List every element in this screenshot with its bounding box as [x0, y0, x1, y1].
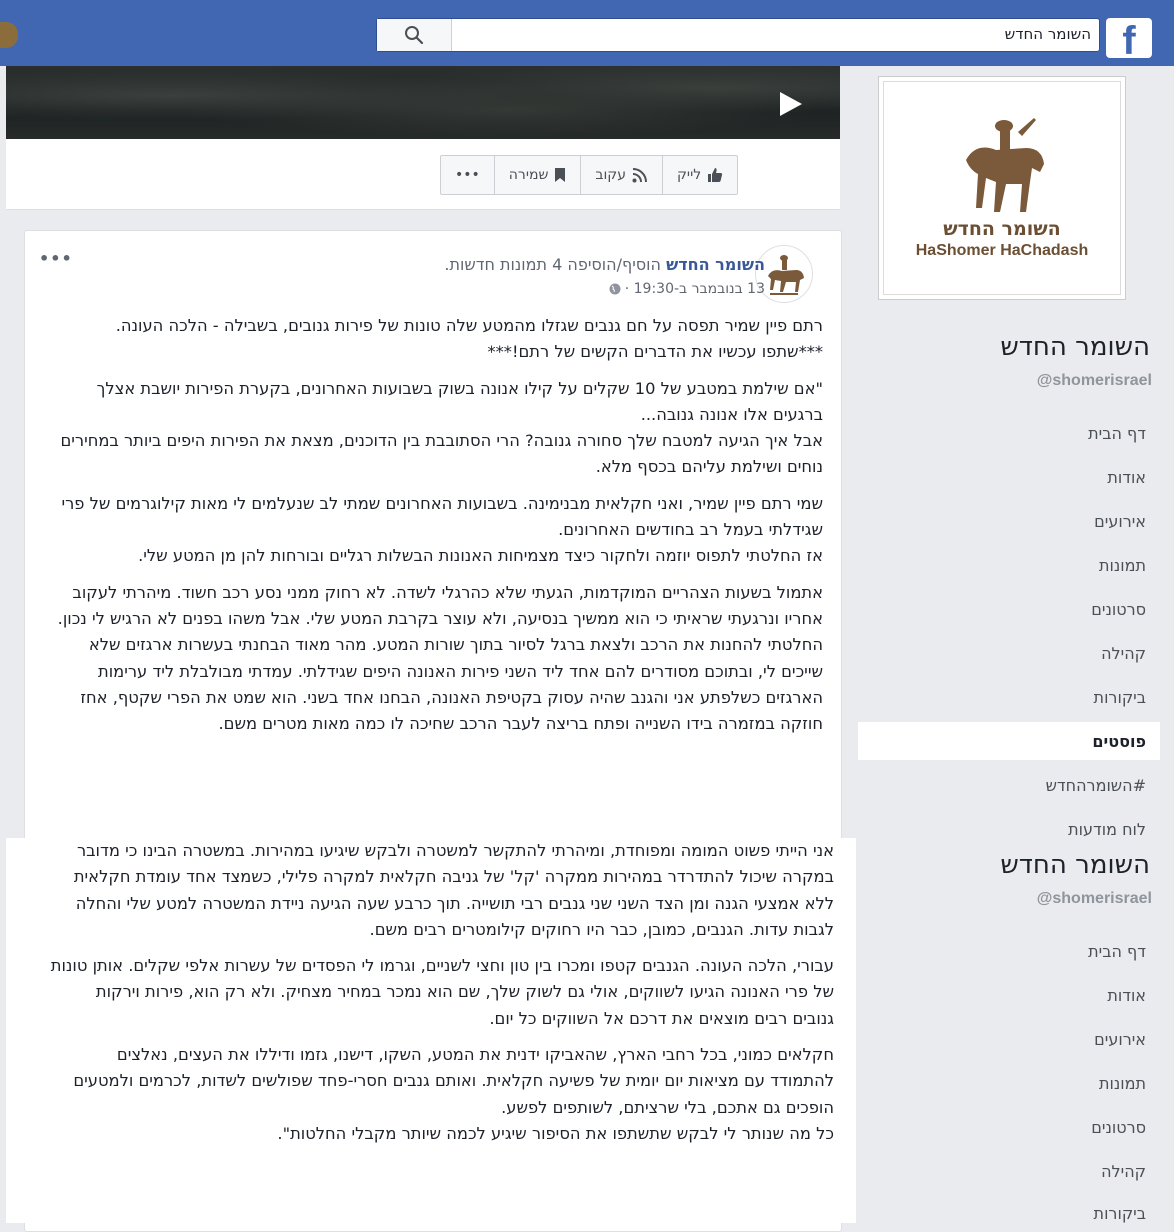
logo-frame: השומר החדש HaShomer HaChadash [883, 81, 1121, 295]
bookmark-icon [555, 168, 566, 182]
post-paragraph: שמי רתם פיין שמיר, ואני חקלאית מבנימינה.… [45, 491, 823, 570]
post-line: אז החלטתי לתפוס יוזמה ולחקור כיצד מצמיחו… [138, 546, 823, 566]
post-paragraph: אני הייתי פשוט המומה ומפוחדת, ומיהרתי לה… [50, 838, 834, 943]
sidebar-item-notice-board[interactable]: לוח מודעות [1068, 820, 1146, 839]
facebook-logo-icon[interactable]: f [1106, 18, 1152, 58]
page-handle[interactable]: @shomerisrael [1037, 890, 1152, 908]
post-line: עבורי, הלכה העונה. הגנבים קטפו ומכרו בין… [50, 956, 834, 1028]
thumbs-up-icon [708, 168, 723, 182]
page-name[interactable]: השומר החדש [1000, 850, 1150, 880]
post-action-text: הוסיף/הוסיפה 4 תמונות חדשות. [444, 255, 661, 274]
page-profile-picture[interactable]: השומר החדש HaShomer HaChadash [878, 76, 1126, 300]
horse-rider-logo-icon [966, 118, 1044, 212]
page-name[interactable]: השומר החדש [1000, 332, 1150, 362]
top-bar: f [0, 0, 1174, 66]
page-sidebar-repeat: השומר החדש @shomerisrael דף הבית אודות א… [856, 838, 1174, 1223]
post-options-button[interactable]: ••• [39, 249, 73, 268]
sidebar-item-about[interactable]: אודות [1107, 986, 1146, 1005]
cover-video[interactable] [6, 66, 840, 139]
sidebar-item-events[interactable]: אירועים [1094, 512, 1146, 531]
search-input[interactable] [871, 25, 1091, 43]
globe-icon [609, 283, 621, 295]
post-paragraph: אתמול בשעות הצהריים המוקדמות, הגעתי שלא … [45, 580, 823, 738]
sidebar-item-photos[interactable]: תמונות [1099, 556, 1146, 575]
sidebar-item-hashtag[interactable]: #השומרהחדש [1046, 776, 1146, 795]
save-button[interactable]: שמירה [493, 156, 581, 194]
sidebar-item-about[interactable]: אודות [1107, 468, 1146, 487]
page-action-bar: לייק עקוב שמירה ••• [6, 139, 840, 210]
post-paragraph: רתם פיין שמיר תפסה על חם גנבים שגזלו מהמ… [45, 313, 823, 366]
play-icon[interactable] [780, 92, 802, 116]
post-line: שמי רתם פיין שמיר, ואני חקלאית מבנימינה.… [61, 493, 823, 540]
follow-label: עקוב [595, 167, 626, 183]
post-meta: 13 בנובמבר ב-19:30 · [609, 281, 765, 297]
post-line: ***שתפו עכשיו את הדברים הקשים של רתם!*** [487, 342, 823, 362]
follow-button[interactable]: עקוב [580, 156, 662, 194]
post-line: חקלאים כמוני, בכל רחבי הארץ, שהאביקו ידנ… [73, 1045, 834, 1117]
post-paragraph: חקלאים כמוני, בכל רחבי הארץ, שהאביקו ידנ… [50, 1042, 834, 1147]
sidebar-item-home[interactable]: דף הבית [1088, 942, 1146, 961]
save-label: שמירה [508, 167, 549, 183]
like-label: לייק [677, 167, 702, 183]
post-line: רתם פיין שמיר תפסה על חם גנבים שגזלו מהמ… [115, 316, 823, 335]
sidebar-item-reviews[interactable]: ביקורות [1094, 1204, 1146, 1223]
post-line: "אם שילמת במטבע של 10 שקלים על קילו אנונ… [96, 378, 823, 424]
rss-icon [632, 168, 647, 183]
sidebar-item-reviews[interactable]: ביקורות [1094, 688, 1146, 707]
logo-hebrew-text: השומר החדש [943, 218, 1061, 240]
post-date[interactable]: 13 בנובמבר ב-19:30 · [625, 281, 765, 297]
post-author-name[interactable]: השומר החדש [666, 255, 765, 274]
post-header: השומר החדש הוסיף/הוסיפה 4 תמונות חדשות. [444, 255, 765, 274]
more-label: ••• [455, 167, 480, 183]
sidebar-item-posts[interactable]: פוסטים [1092, 732, 1146, 751]
post-line: אתמול בשעות הצהריים המוקדמות, הגעתי שלא … [57, 582, 823, 734]
search-icon [405, 26, 424, 45]
logo-english-text: HaShomer HaChadash [915, 242, 1089, 259]
sidebar-item-events[interactable]: אירועים [1094, 1030, 1146, 1049]
post-text-continued: אני הייתי פשוט המומה ומפוחדת, ומיהרתי לה… [50, 838, 834, 1157]
more-button[interactable]: ••• [441, 156, 494, 194]
page-handle[interactable]: @shomerisrael [1037, 372, 1152, 390]
post-paragraph: "אם שילמת במטבע של 10 שקלים על קילו אנונ… [45, 376, 823, 481]
post-paragraph: עבורי, הלכה העונה. הגנבים קטפו ומכרו בין… [50, 953, 834, 1032]
search-box [376, 18, 1100, 52]
post-text: רתם פיין שמיר תפסה על חם גנבים שגזלו מהמ… [45, 313, 823, 747]
like-button[interactable]: לייק [662, 156, 737, 194]
profile-avatar[interactable] [0, 22, 18, 48]
sidebar-item-videos[interactable]: סרטונים [1091, 600, 1146, 619]
post-line: אני הייתי פשוט המומה ומפוחדת, ומיהרתי לה… [73, 841, 834, 939]
sidebar-item-community[interactable]: קהילה [1101, 644, 1146, 663]
page-actions: לייק עקוב שמירה ••• [440, 155, 739, 195]
sidebar-item-videos[interactable]: סרטונים [1091, 1118, 1146, 1137]
continued-screenshot: אני הייתי פשוט המומה ומפוחדת, ומיהרתי לה… [6, 838, 1174, 1223]
search-button[interactable] [377, 19, 452, 51]
post-line: אבל איך הגיעה למטבח שלך סחורה גנובה? הרי… [60, 431, 823, 477]
sidebar-item-photos[interactable]: תמונות [1099, 1074, 1146, 1093]
post-line: כל מה שנותר לי לבקש שתשתפו את הסיפור שיג… [277, 1123, 834, 1143]
sidebar-item-home[interactable]: דף הבית [1088, 424, 1146, 443]
sidebar-item-community[interactable]: קהילה [1101, 1162, 1146, 1181]
